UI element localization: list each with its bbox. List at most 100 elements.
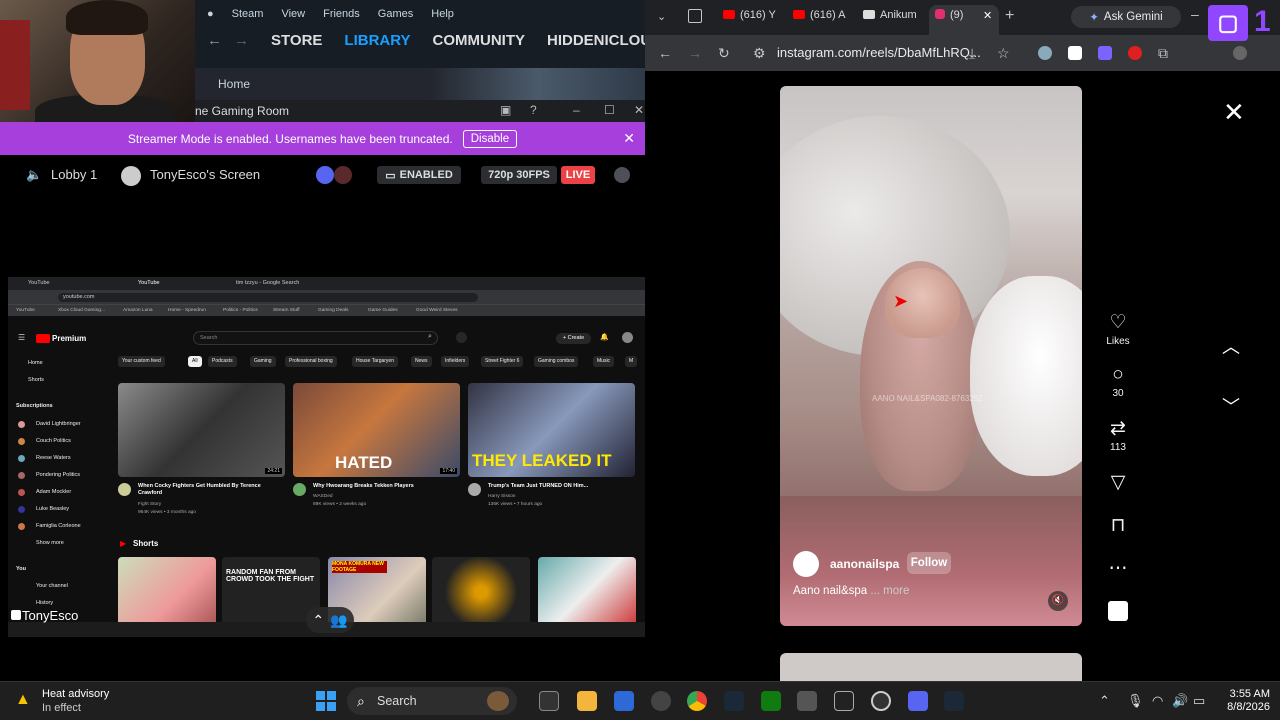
tab-youtube-2[interactable]: YouTube: [138, 280, 160, 286]
nav-community[interactable]: COMMUNITY: [433, 32, 526, 49]
tab-anikum[interactable]: Anikum: [863, 9, 918, 21]
chip-all[interactable]: All: [188, 356, 202, 367]
more-options-button[interactable]: ⋯: [1105, 557, 1131, 582]
sidebar-item-home[interactable]: Home: [28, 360, 43, 366]
task-view-icon[interactable]: [539, 691, 559, 711]
help-icon[interactable]: ?: [530, 103, 537, 117]
menu-steam[interactable]: Steam: [232, 8, 264, 20]
menu-friends[interactable]: Friends: [323, 8, 360, 20]
bookmark[interactable]: Amazon Luna: [123, 308, 153, 313]
menu-games[interactable]: Games: [378, 8, 413, 20]
save-button[interactable]: ⊓: [1105, 514, 1131, 539]
tab-google-search[interactable]: tim tzzyu - Google Search: [236, 280, 299, 286]
microphone-icon[interactable]: 🎙: [1127, 693, 1144, 709]
minimize-icon[interactable]: –: [1191, 6, 1199, 22]
store-icon[interactable]: [614, 691, 634, 711]
app-icon[interactable]: [651, 691, 671, 711]
caption-more-link[interactable]: ... more: [870, 585, 909, 597]
close-icon[interactable]: ✕: [1223, 97, 1245, 128]
extension-icon[interactable]: [1098, 46, 1112, 60]
follow-button[interactable]: Follow: [907, 552, 951, 574]
steam-featured-banner[interactable]: [430, 68, 645, 100]
new-tab-icon[interactable]: +: [1005, 7, 1014, 25]
tab-youtube-1[interactable]: YouTube: [28, 280, 50, 286]
chip[interactable]: Your custom feed: [118, 356, 165, 367]
reel-video[interactable]: AANO NAIL&SPA082-8763252 ➤ aanonailspa F…: [780, 86, 1082, 626]
bell-icon[interactable]: 🔔: [600, 333, 609, 341]
short-thumbnail[interactable]: [432, 557, 530, 627]
close-banner-icon[interactable]: ✕: [623, 130, 635, 147]
reel-caption[interactable]: Aano nail&spa ... more: [793, 585, 909, 597]
sidebar-sub[interactable]: Famiglia Corleone: [36, 523, 81, 529]
volume-icon[interactable]: 🔊: [1172, 693, 1188, 709]
avatar[interactable]: [1233, 46, 1247, 60]
taskbar-search-input[interactable]: ⌕ Search: [347, 687, 517, 715]
avatar[interactable]: [293, 483, 306, 496]
chip[interactable]: House Targaryen: [352, 356, 398, 367]
epic-games-icon[interactable]: [834, 691, 854, 711]
mute-icon[interactable]: 🔇: [1048, 591, 1068, 611]
weather-title[interactable]: Heat advisory: [42, 688, 109, 700]
sidebar-sub[interactable]: Reese Waters: [36, 455, 71, 461]
next-reel-preview[interactable]: [780, 653, 1082, 683]
wifi-icon[interactable]: ◠: [1152, 693, 1163, 709]
video-channel[interactable]: WASDed: [313, 493, 333, 500]
chevron-down-icon[interactable]: ﹀: [1222, 393, 1240, 419]
short-thumbnail[interactable]: [118, 557, 216, 627]
tab-icon[interactable]: [688, 9, 702, 23]
create-button[interactable]: + Create: [556, 333, 591, 344]
nav-store[interactable]: STORE: [271, 32, 322, 49]
reload-icon[interactable]: ↻: [718, 45, 730, 62]
sidebar-sub[interactable]: Adam Mockler: [36, 489, 71, 495]
chip[interactable]: Professional boxing: [285, 356, 337, 367]
chevron-up-icon[interactable]: ⌃: [1099, 693, 1110, 709]
chip[interactable]: News: [411, 356, 432, 367]
sidebar-history[interactable]: History: [36, 600, 53, 606]
obs-icon[interactable]: [871, 691, 891, 711]
taskbar-clock[interactable]: 3:55 AM 8/8/2026: [1222, 688, 1270, 714]
forward-arrow-icon[interactable]: →: [688, 45, 702, 61]
tab-instagram-active[interactable]: (9) ✕: [929, 5, 999, 35]
youtube-logo-icon[interactable]: [36, 334, 50, 343]
chevron-up-icon[interactable]: ︿: [1222, 333, 1240, 359]
short-thumbnail[interactable]: [538, 557, 636, 627]
maximize-icon[interactable]: ☐: [604, 103, 615, 117]
start-button[interactable]: [316, 691, 336, 711]
sidebar-you-heading[interactable]: You: [16, 566, 26, 572]
sidebar-show-more[interactable]: Show more: [36, 540, 64, 546]
like-button[interactable]: ♡ Likes: [1105, 311, 1131, 347]
bookmark[interactable]: Good Weird Steves: [416, 308, 458, 313]
chevron-up-icon[interactable]: ⌃: [312, 612, 324, 629]
chip[interactable]: Street Fighter 6: [481, 356, 524, 367]
bookmark-star-icon[interactable]: ☆: [997, 45, 1010, 62]
reel-username[interactable]: aanonailspa: [830, 557, 899, 571]
video-title[interactable]: Trump's Team Just TURNED ON Him...: [488, 483, 628, 490]
video-channel[interactable]: Harry Sisson: [488, 493, 515, 500]
mic-icon[interactable]: [456, 332, 467, 343]
back-arrow-icon[interactable]: ←: [207, 32, 222, 49]
repost-button[interactable]: ⇄ 113: [1105, 417, 1131, 453]
chip[interactable]: M: [625, 356, 638, 367]
comment-button[interactable]: ○ 30: [1105, 364, 1131, 399]
chip[interactable]: Music: [593, 356, 615, 367]
bookmark[interactable]: Xbox Cloud Gaming...: [58, 308, 105, 313]
chip[interactable]: Gaming combos: [534, 356, 579, 367]
video-thumbnail[interactable]: HATED 17:40: [293, 383, 460, 477]
menu-view[interactable]: View: [281, 8, 305, 20]
disable-streamer-mode-button[interactable]: Disable: [462, 129, 518, 148]
chrome-icon[interactable]: [687, 691, 707, 711]
chip[interactable]: Infielders: [441, 356, 470, 367]
nav-library[interactable]: LIBRARY: [344, 32, 410, 49]
share-button[interactable]: ▽: [1105, 471, 1131, 496]
bookmark[interactable]: Stream Stuff: [273, 308, 300, 313]
xbox-icon[interactable]: [761, 691, 781, 711]
extension-icon[interactable]: [1038, 46, 1052, 60]
menu-help[interactable]: Help: [431, 8, 454, 20]
sidebar-sub[interactable]: Pondering Politics: [36, 472, 80, 478]
bookmark[interactable]: YouTube: [16, 308, 35, 313]
video-thumbnail[interactable]: 24:21: [118, 383, 285, 477]
steam-icon[interactable]: [944, 691, 964, 711]
close-icon[interactable]: ✕: [634, 103, 644, 117]
search-icon[interactable]: ⌕: [428, 333, 432, 341]
steam-home-link[interactable]: Home: [218, 77, 250, 91]
